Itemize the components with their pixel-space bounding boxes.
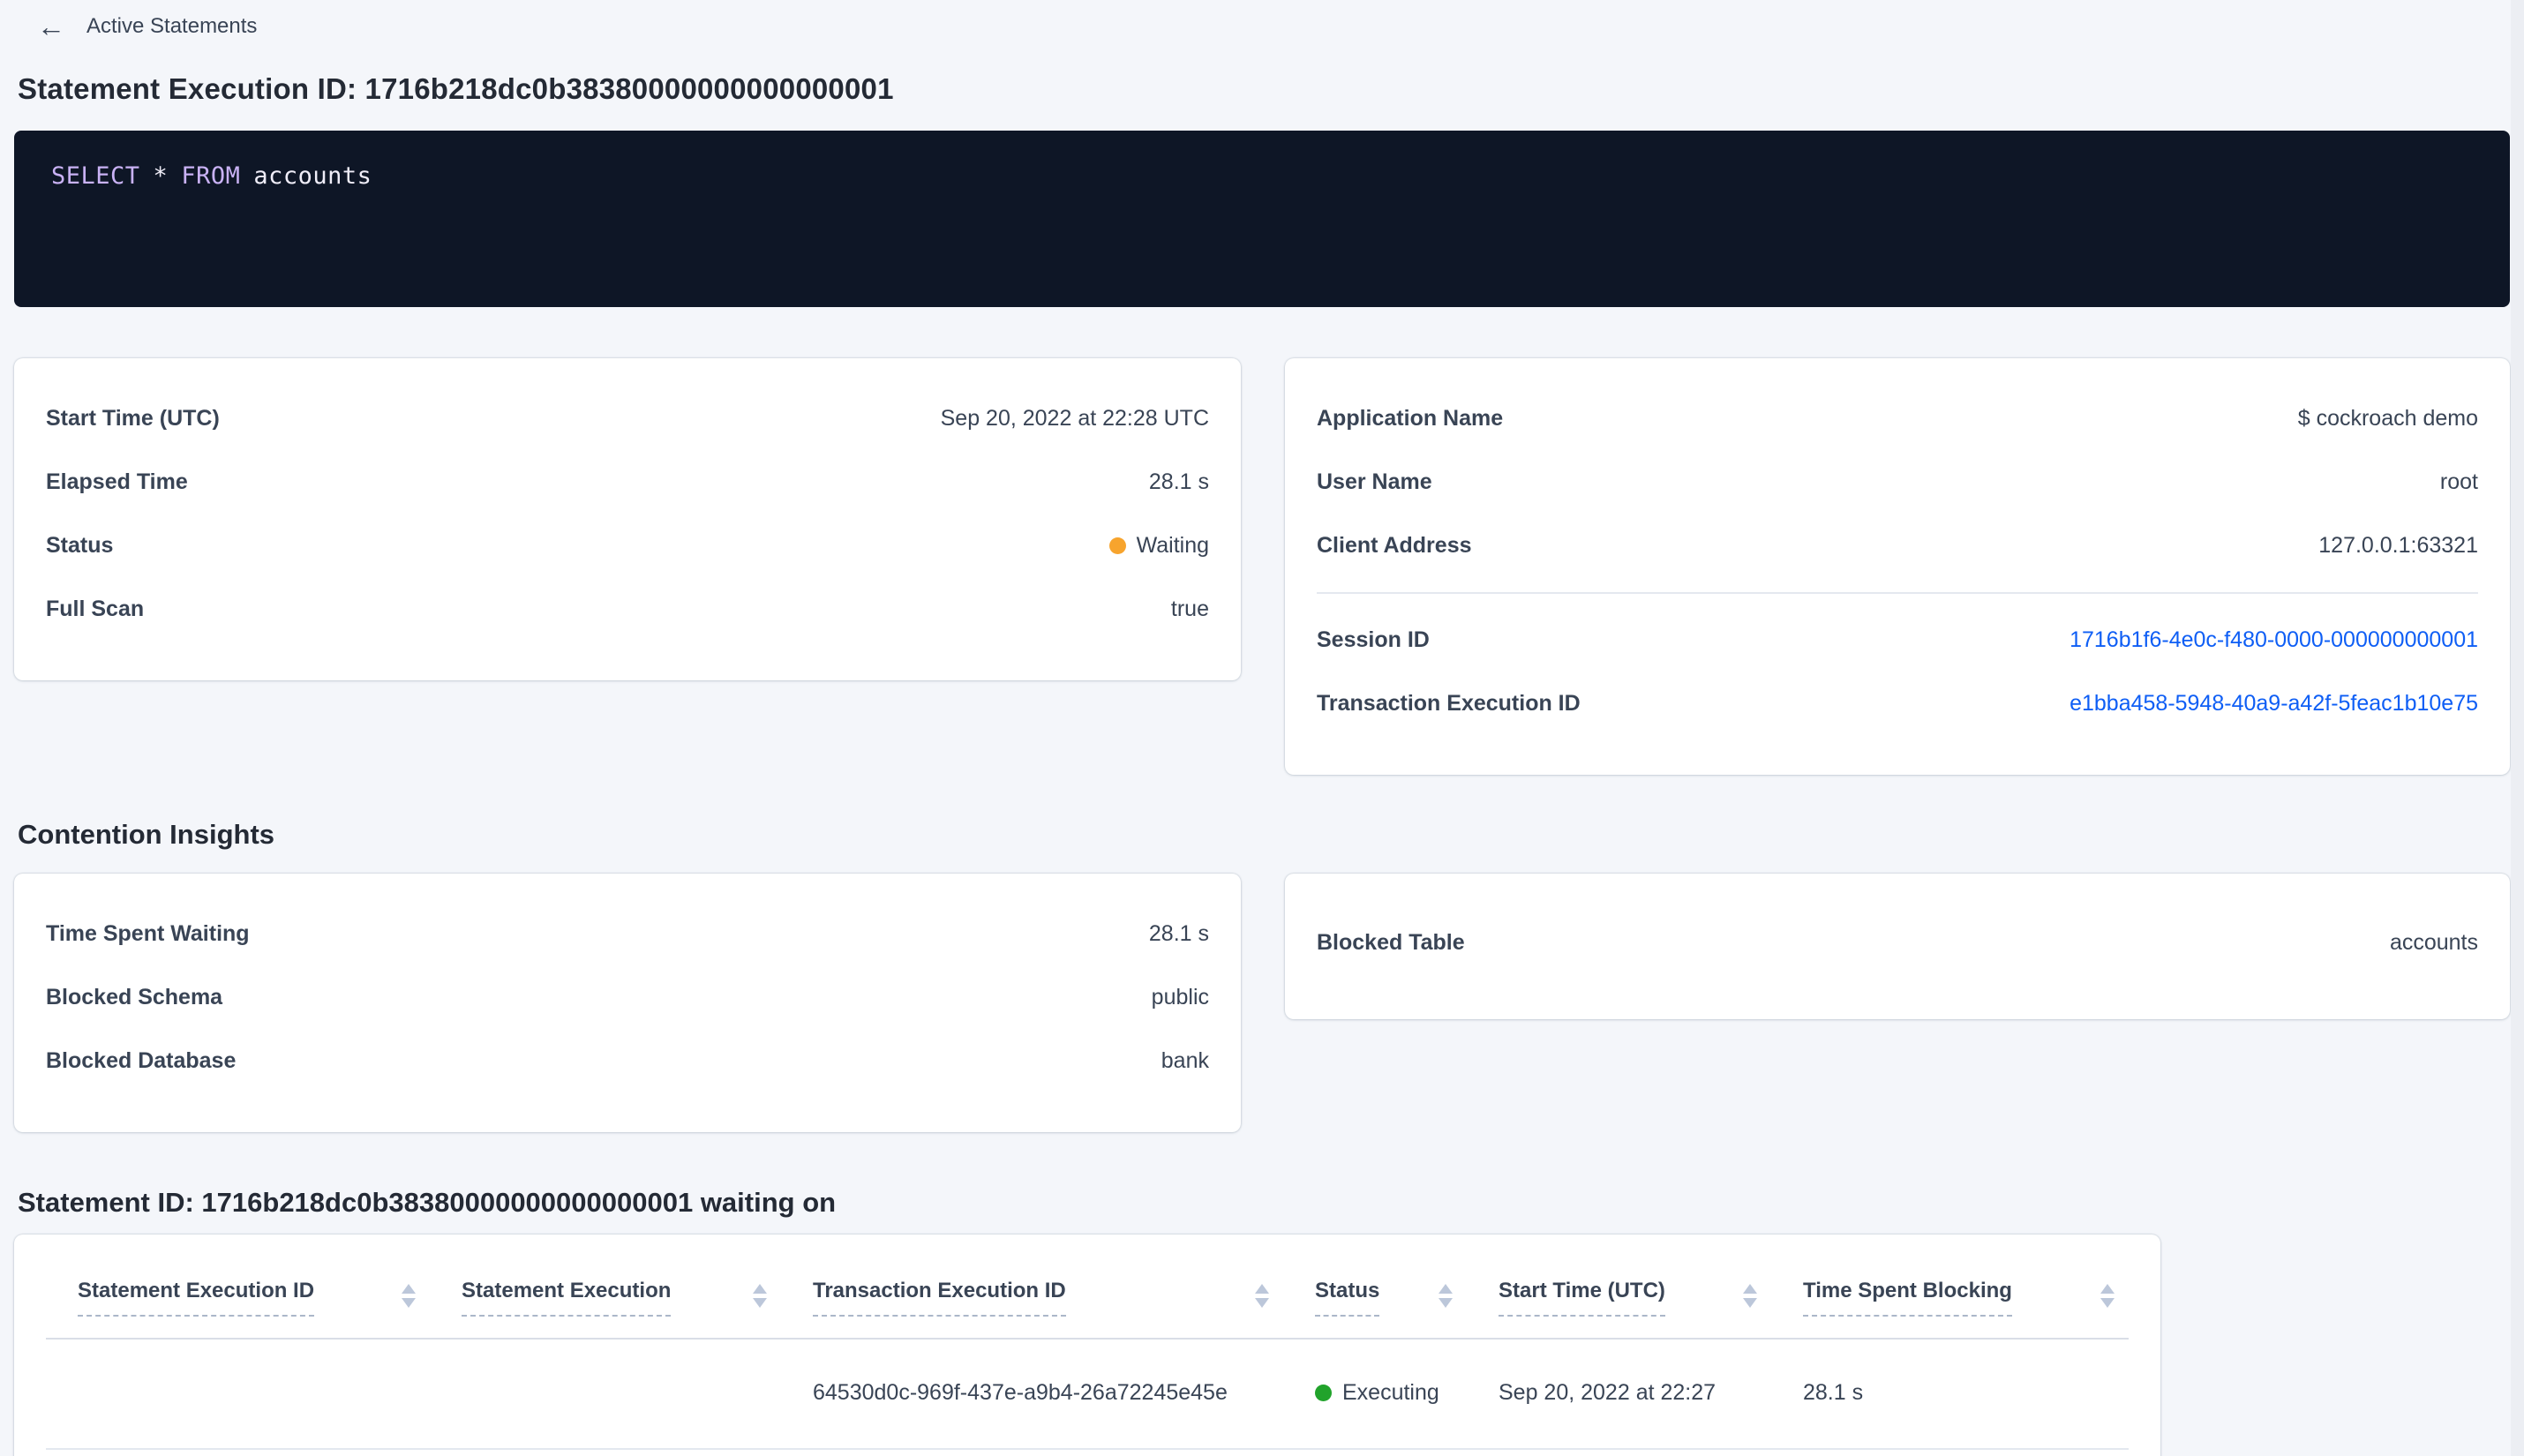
detail-value: true xyxy=(1170,597,1209,621)
contention-section: Time Spent Waiting 28.1 s Blocked Schema… xyxy=(14,874,2510,1132)
detail-row-session-id: Session ID 1716b1f6-4e0c-f480-0000-00000… xyxy=(1317,627,2478,653)
detail-label: User Name xyxy=(1317,469,1432,494)
page-content: ← Active Statements Statement Execution … xyxy=(0,0,2524,1456)
detail-label: Application Name xyxy=(1317,406,1504,431)
cell-status: Executing xyxy=(1283,1339,1467,1450)
detail-label: Time Spent Waiting xyxy=(46,921,250,946)
execution-summary-card: Start Time (UTC) Sep 20, 2022 at 22:28 U… xyxy=(14,358,1241,680)
breadcrumb: ← Active Statements xyxy=(14,7,2510,41)
cell-statement-execution xyxy=(430,1339,781,1450)
detail-label: Status xyxy=(46,533,114,558)
column-header-time-spent-blocking[interactable]: Time Spent Blocking xyxy=(1771,1235,2129,1340)
sql-statement-text: SELECT * FROM accounts xyxy=(51,162,2473,190)
overview-section: Start Time (UTC) Sep 20, 2022 at 22:28 U… xyxy=(14,358,2510,775)
sql-keyword-select: SELECT xyxy=(51,162,140,190)
detail-row-blocked-table: Blocked Table accounts xyxy=(1317,930,2478,956)
column-header-statement-execution-id[interactable]: Statement Execution ID xyxy=(46,1235,430,1340)
back-link-active-statements[interactable]: Active Statements xyxy=(86,14,257,39)
card-divider xyxy=(1317,592,2478,594)
detail-row-time-spent-waiting: Time Spent Waiting 28.1 s xyxy=(46,921,1209,947)
waiting-statements-table: Statement Execution ID Statement Executi… xyxy=(46,1235,2129,1450)
detail-label: Start Time (UTC) xyxy=(46,406,220,431)
sort-arrows-icon[interactable] xyxy=(402,1284,416,1308)
contention-details-card: Time Spent Waiting 28.1 s Blocked Schema… xyxy=(14,874,1241,1132)
detail-value: public xyxy=(1151,985,1209,1009)
sql-keyword-from: FROM xyxy=(181,162,241,190)
detail-value: root xyxy=(2439,469,2478,494)
status-text: Waiting xyxy=(1136,533,1209,558)
column-header-transaction-execution-id[interactable]: Transaction Execution ID xyxy=(781,1235,1283,1340)
sort-arrows-icon[interactable] xyxy=(753,1284,767,1308)
sort-arrows-icon[interactable] xyxy=(1743,1284,1757,1308)
detail-row-start-time: Start Time (UTC) Sep 20, 2022 at 22:28 U… xyxy=(46,406,1209,432)
waiting-on-heading: Statement ID: 1716b218dc0b38380000000000… xyxy=(18,1187,837,1218)
column-label[interactable]: Transaction Execution ID xyxy=(813,1279,1066,1317)
status-text: Executing xyxy=(1342,1380,1439,1405)
detail-value: bank xyxy=(1161,1048,1209,1073)
detail-row-status: Status Waiting xyxy=(46,533,1209,559)
detail-value: 28.1 s xyxy=(1148,921,1209,946)
detail-value: 127.0.0.1:63321 xyxy=(2318,533,2478,558)
column-label[interactable]: Status xyxy=(1315,1279,1380,1317)
column-label[interactable]: Start Time (UTC) xyxy=(1499,1279,1665,1317)
session-id-link[interactable]: 1716b1f6-4e0c-f480-0000-000000000001 xyxy=(2070,627,2478,653)
detail-label: Blocked Database xyxy=(46,1048,237,1073)
detail-row-transaction-execution-id: Transaction Execution ID e1bba458-5948-4… xyxy=(1317,691,2478,717)
column-label[interactable]: Statement Execution ID xyxy=(78,1279,315,1317)
cell-transaction-execution-id: 64530d0c-969f-437e-a9b4-26a72245e45e xyxy=(781,1339,1283,1450)
page-title: Statement Execution ID: 1716b218dc0b3838… xyxy=(18,72,894,105)
column-header-statement-execution[interactable]: Statement Execution xyxy=(430,1235,781,1340)
sort-arrows-icon[interactable] xyxy=(1255,1284,1269,1308)
statement-execution-details-page: ← Active Statements Statement Execution … xyxy=(0,0,2524,1456)
waiting-statement-row: 64530d0c-969f-437e-a9b4-26a72245e45e Exe… xyxy=(46,1339,2129,1450)
detail-label: Elapsed Time xyxy=(46,469,188,494)
status-badge: Waiting xyxy=(1108,533,1209,559)
column-label[interactable]: Time Spent Blocking xyxy=(1803,1279,2012,1317)
session-summary-card: Application Name $ cockroach demo User N… xyxy=(1285,358,2510,775)
detail-value: $ cockroach demo xyxy=(2297,406,2478,431)
detail-row-blocked-schema: Blocked Schema public xyxy=(46,985,1209,1010)
transaction-execution-id-link[interactable]: e1bba458-5948-40a9-a42f-5feac1b10e75 xyxy=(2070,691,2478,717)
detail-label: Session ID xyxy=(1317,627,1430,652)
contention-insights-heading: Contention Insights xyxy=(18,819,275,850)
waiting-statements-table-card: Statement Execution ID Statement Executi… xyxy=(14,1235,2160,1456)
sort-arrows-icon[interactable] xyxy=(1439,1284,1453,1308)
status-waiting-dot-icon xyxy=(1108,537,1126,554)
detail-label: Blocked Schema xyxy=(46,985,223,1009)
column-label[interactable]: Statement Execution xyxy=(462,1279,672,1317)
detail-label: Transaction Execution ID xyxy=(1317,691,1581,716)
detail-row-application-name: Application Name $ cockroach demo xyxy=(1317,406,2478,432)
back-arrow-icon[interactable]: ← xyxy=(37,12,65,41)
page-scrollbar-track[interactable] xyxy=(2511,0,2524,1456)
sql-table-name: accounts xyxy=(253,162,372,190)
detail-row-elapsed-time: Elapsed Time 28.1 s xyxy=(46,469,1209,495)
status-executing-dot-icon xyxy=(1315,1385,1332,1401)
detail-value: accounts xyxy=(2389,930,2478,955)
blocked-table-card: Blocked Table accounts xyxy=(1285,874,2510,1019)
cell-statement-execution-id xyxy=(46,1339,430,1450)
detail-row-full-scan: Full Scan true xyxy=(46,597,1209,622)
detail-value: 28.1 s xyxy=(1148,469,1209,494)
detail-row-blocked-database: Blocked Database bank xyxy=(46,1048,1209,1074)
detail-row-client-address: Client Address 127.0.0.1:63321 xyxy=(1317,533,2478,559)
column-header-status[interactable]: Status xyxy=(1283,1235,1467,1340)
sort-arrows-icon[interactable] xyxy=(2100,1284,2115,1308)
cell-start-time: Sep 20, 2022 at 22:27 xyxy=(1467,1339,1771,1450)
column-header-start-time[interactable]: Start Time (UTC) xyxy=(1467,1235,1771,1340)
sql-statement-box: SELECT * FROM accounts xyxy=(14,131,2510,307)
detail-label: Client Address xyxy=(1317,533,1472,558)
detail-row-user-name: User Name root xyxy=(1317,469,2478,495)
cell-time-spent-blocking: 28.1 s xyxy=(1771,1339,2129,1450)
detail-label: Full Scan xyxy=(46,597,145,621)
sql-star: * xyxy=(153,162,169,190)
table-header-row: Statement Execution ID Statement Executi… xyxy=(46,1235,2129,1340)
detail-value: Sep 20, 2022 at 22:28 UTC xyxy=(940,406,1209,431)
detail-label: Blocked Table xyxy=(1317,930,1465,955)
